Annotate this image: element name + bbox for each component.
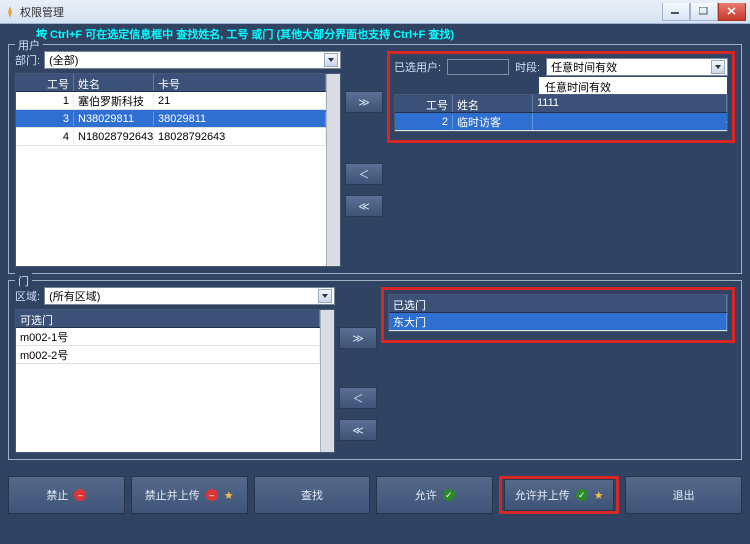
allow-upload-button[interactable]: 允许并上传 ✓ ★ xyxy=(504,479,614,511)
shortcut-hint: 按 Ctrl+F 可在选定信息框中 查找姓名, 工号 或门 (其他大部分界面也支… xyxy=(0,24,750,44)
selected-users-input[interactable] xyxy=(447,59,509,75)
users-panel-label: 用户 xyxy=(15,37,43,53)
move-all-right-button[interactable]: ≫ xyxy=(339,327,377,349)
move-left-button[interactable]: ＜ xyxy=(339,387,377,409)
dept-select-value: (全部) xyxy=(49,52,78,68)
star-icon: ★ xyxy=(594,489,604,502)
dept-select[interactable]: (全部) xyxy=(44,51,341,69)
time-label: 时段: xyxy=(515,59,540,75)
check-icon: ✓ xyxy=(443,489,455,501)
deny-button[interactable]: 禁止 – xyxy=(8,476,125,514)
allow-upload-highlight: 允许并上传 ✓ ★ xyxy=(499,476,619,514)
table-row[interactable]: m002-2号 xyxy=(16,346,320,364)
table-row[interactable]: m002-1号 xyxy=(16,328,320,346)
area-select-value: (所有区域) xyxy=(49,288,100,304)
check-icon: ✓ xyxy=(576,489,588,501)
maximize-button[interactable] xyxy=(690,3,718,21)
selected-users-label: 已选用户: xyxy=(394,59,441,75)
chevron-down-icon xyxy=(324,53,338,67)
move-all-left-button[interactable]: ≪ xyxy=(345,195,383,217)
users-panel: 用户 部门: (全部) 工号 姓名 卡号 xyxy=(8,44,742,274)
table-row[interactable]: 2 临时访客 xyxy=(395,113,727,131)
deny-upload-button[interactable]: 禁止并上传 – ★ xyxy=(131,476,248,514)
time-select[interactable]: 任意时间有效 xyxy=(546,58,728,76)
area-label: 区域: xyxy=(15,288,40,304)
window-title: 权限管理 xyxy=(20,4,662,20)
area-select[interactable]: (所有区域) xyxy=(44,287,335,305)
col-header-name: 姓名 xyxy=(453,95,533,112)
doors-panel-label: 门 xyxy=(15,273,32,289)
minus-icon: – xyxy=(74,489,86,501)
doors-panel: 门 区域: (所有区域) 可选门 m002-1号 m002-2号 xyxy=(8,280,742,460)
chevron-down-icon xyxy=(318,289,332,303)
scrollbar[interactable] xyxy=(326,74,340,266)
button-bar: 禁止 – 禁止并上传 – ★ 查找 允许 ✓ 允许并上传 ✓ ★ 退出 xyxy=(0,470,750,522)
time-select-value: 任意时间有效 xyxy=(551,59,617,75)
col-header-door: 可选门 xyxy=(16,310,320,327)
title-bar: 权限管理 xyxy=(0,0,750,24)
users-left-body: 1 塞伯罗斯科技 21 3 N38029811 38029811 4 N1802… xyxy=(16,92,326,146)
move-all-right-button[interactable]: ≫ xyxy=(345,91,383,113)
search-button[interactable]: 查找 xyxy=(254,476,371,514)
move-left-button[interactable]: ＜ xyxy=(345,163,383,185)
scrollbar[interactable] xyxy=(320,310,334,452)
exit-button[interactable]: 退出 xyxy=(625,476,742,514)
dept-label: 部门: xyxy=(15,52,40,68)
col-header-selected-door: 已选门 xyxy=(389,295,727,312)
move-all-left-button[interactable]: ≪ xyxy=(339,419,377,441)
col-header-card: 1111 xyxy=(533,95,727,112)
chevron-down-icon xyxy=(711,60,725,74)
minimize-button[interactable] xyxy=(662,3,690,21)
table-row[interactable]: 3 N38029811 38029811 xyxy=(16,110,326,128)
selected-users-box: 已选用户: 时段: 任意时间有效 任意时间有效 2 (临时访客一次性) 工号 姓… xyxy=(387,51,735,143)
col-header-id: 工号 xyxy=(16,74,74,91)
app-icon xyxy=(4,6,16,18)
selected-doors-box: 已选门 东大门 xyxy=(381,287,735,343)
table-row[interactable]: 东大门 xyxy=(389,313,727,331)
col-header-name: 姓名 xyxy=(74,74,154,91)
table-row[interactable]: 1 塞伯罗斯科技 21 xyxy=(16,92,326,110)
minus-icon: – xyxy=(206,489,218,501)
col-header-id: 工号 xyxy=(395,95,453,112)
close-button[interactable] xyxy=(718,3,746,21)
star-icon: ★ xyxy=(224,489,234,502)
table-row[interactable]: 4 N18028792643 18028792643 xyxy=(16,128,326,146)
col-header-card: 卡号 xyxy=(154,74,326,91)
allow-button[interactable]: 允许 ✓ xyxy=(376,476,493,514)
